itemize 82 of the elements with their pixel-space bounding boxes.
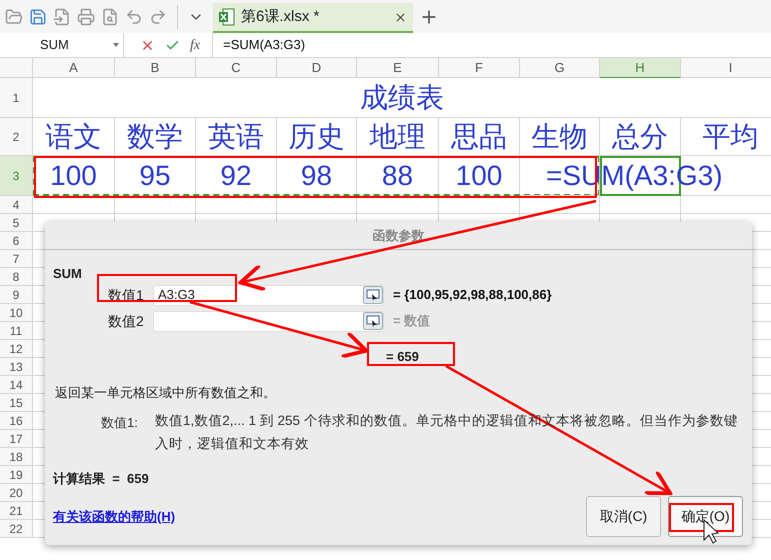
row-number: 19	[0, 466, 33, 484]
value-cell: 95	[139, 162, 171, 190]
column-heading-cell: 数学	[127, 122, 183, 150]
name-box[interactable]: SUM	[0, 33, 124, 57]
column-heading-cell: 思品	[451, 122, 507, 150]
range-picker-icon[interactable]	[363, 312, 383, 330]
column-header[interactable]: I	[681, 58, 771, 78]
undo-icon[interactable]	[125, 8, 143, 26]
row-number: 6	[0, 232, 33, 250]
column-header[interactable]: B	[115, 58, 196, 78]
row-number: 7	[0, 250, 33, 268]
row-number: 17	[0, 430, 33, 448]
row-number: 13	[0, 358, 33, 376]
row-number: 10	[0, 304, 33, 322]
column-header[interactable]: A	[33, 58, 115, 78]
value-cell: 100	[456, 162, 502, 190]
argument-field[interactable]: A3:G3	[153, 284, 384, 306]
column-heading-cell: 语文	[46, 122, 102, 150]
row-number: 11	[0, 322, 33, 340]
open-folder-icon[interactable]	[5, 8, 23, 26]
argument-field[interactable]	[153, 310, 384, 332]
column-heading-cell: 生物	[532, 122, 588, 150]
row-number: 3	[0, 156, 33, 196]
print-preview-icon[interactable]	[101, 8, 119, 26]
column-header[interactable]: C	[196, 58, 277, 78]
formula-input[interactable]: =SUM(A3:G3)	[212, 33, 771, 57]
empty-cell[interactable]	[520, 196, 600, 214]
spreadsheet-file-icon	[219, 8, 235, 26]
argument-result: = 数值	[393, 312, 430, 330]
argument-result: = {100,95,92,98,88,100,86}	[393, 286, 552, 304]
help-link[interactable]: 有关该函数的帮助(H)	[53, 506, 176, 526]
row-number: 21	[0, 502, 33, 520]
function-button[interactable]: fx	[190, 34, 200, 56]
column-heading-cell: 总分	[612, 122, 668, 150]
row-number: 2	[0, 118, 33, 156]
row-number: 5	[0, 214, 33, 232]
value-cell: 92	[220, 162, 252, 190]
row-number: 22	[0, 520, 33, 538]
dropdown-caret-icon[interactable]	[113, 43, 119, 47]
row-number: 1	[0, 78, 33, 118]
column-header[interactable]: D	[277, 58, 357, 78]
column-header[interactable]: F	[439, 58, 520, 78]
column-header[interactable]: E	[357, 58, 439, 78]
value-cell: 100	[50, 162, 97, 190]
empty-cell[interactable]	[277, 196, 357, 214]
empty-cell[interactable]	[357, 196, 439, 214]
calculation-result: 计算结果 = 659	[53, 470, 149, 488]
row-number: 12	[0, 340, 33, 358]
formula-result: = 659	[386, 348, 419, 366]
column-heading-cell: 英语	[208, 122, 264, 150]
empty-cell[interactable]	[115, 196, 196, 214]
function-name: SUM	[53, 265, 82, 283]
row-number: 20	[0, 484, 33, 502]
value-cell: 88	[382, 162, 414, 190]
empty-cell[interactable]	[439, 196, 520, 214]
range-picker-icon[interactable]	[363, 286, 383, 304]
column-heading-cell: 历史	[288, 122, 344, 150]
row-number: 18	[0, 448, 33, 466]
argument-label: 数值2	[108, 312, 145, 330]
redo-icon[interactable]	[149, 8, 167, 26]
print-icon[interactable]	[77, 8, 95, 26]
argument-help-label: 数值1:	[101, 414, 139, 432]
empty-cell[interactable]	[600, 196, 681, 214]
row-number: 16	[0, 412, 33, 430]
import-icon[interactable]	[53, 8, 71, 26]
annotation-rectangle	[669, 503, 734, 532]
row-number: 9	[0, 286, 33, 304]
file-tab[interactable]: 第6课.xlsx *	[213, 3, 413, 33]
column-header[interactable]: G	[520, 58, 600, 78]
row-number: 8	[0, 268, 33, 286]
close-icon[interactable]	[394, 10, 407, 24]
function-description: 返回某一单元格区域中所有数值之和。	[55, 384, 276, 402]
row-number: 15	[0, 394, 33, 412]
value-cell: 98	[300, 162, 332, 190]
cancel-button[interactable]: 取消(C)	[586, 496, 661, 537]
column-heading-cell: 地理	[370, 122, 426, 150]
sheet-title: 成绩表	[360, 84, 444, 112]
empty-cell[interactable]	[196, 196, 277, 214]
row-number: 4	[0, 196, 33, 214]
row-number: 14	[0, 376, 33, 394]
column-heading-cell: 平均	[702, 122, 758, 150]
save-icon[interactable]	[29, 8, 47, 26]
